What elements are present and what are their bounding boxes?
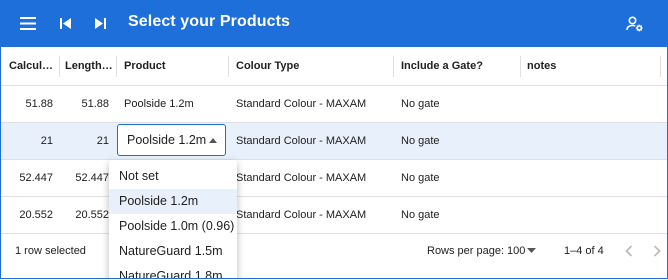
cell-product[interactable]: Poolside 1.2m	[124, 86, 224, 122]
pagination-range: 1–4 of 4	[564, 245, 604, 257]
cell-length: 20.552	[75, 209, 109, 221]
dropdown-option-natureguard-1-5m[interactable]: NatureGuard 1.5m	[109, 239, 237, 264]
cell-gate[interactable]: No gate	[401, 197, 511, 233]
cell-colour-type[interactable]: Standard Colour - MAXAM	[236, 160, 391, 196]
column-header-notes[interactable]: notes	[527, 48, 647, 85]
dropdown-option-poolside-1-2m[interactable]: Poolside 1.2m	[109, 189, 237, 214]
app-bar: Select your Products	[1, 0, 667, 47]
column-separator[interactable]	[393, 56, 394, 77]
column-header-calculated[interactable]: Calculat...	[9, 48, 59, 85]
table-footer: 1 row selected Rows per page: 100 1–4 of…	[1, 232, 667, 270]
product-select-value: Poolside 1.2m	[127, 133, 207, 147]
cell-calculated: 51.88	[25, 98, 53, 110]
table-header: Calculat... Length (... Product Colour T…	[1, 48, 667, 86]
column-header-gate[interactable]: Include a Gate?	[401, 48, 511, 85]
cell-length: 21	[96, 135, 109, 147]
selection-count: 1 row selected	[15, 245, 86, 257]
product-select[interactable]: Poolside 1.2m	[117, 124, 226, 156]
dropdown-option-natureguard-1-8m[interactable]: NatureGuard 1.8m	[109, 264, 237, 278]
column-header-product[interactable]: Product	[124, 48, 224, 85]
cell-calculated: 52.447	[19, 172, 53, 184]
cell-length: 52.447	[75, 172, 109, 184]
product-dropdown-menu: Not set Poolside 1.2m Poolside 1.0m (0.9…	[109, 160, 237, 278]
table-row[interactable]: 51.88 51.88 Poolside 1.2m Standard Colou…	[1, 86, 667, 123]
column-separator[interactable]	[520, 56, 521, 77]
cell-notes[interactable]	[527, 160, 647, 196]
rows-per-page-label: Rows per page:	[427, 245, 505, 257]
dropdown-option-not-set[interactable]: Not set	[109, 164, 237, 189]
cell-gate[interactable]: No gate	[401, 123, 511, 159]
app-title: Select your Products	[128, 13, 291, 30]
user-settings-icon[interactable]	[623, 0, 647, 47]
cell-notes[interactable]	[527, 123, 647, 159]
column-separator[interactable]	[660, 56, 661, 77]
table-row[interactable]: 20.552 20.552 Standard Colour - MAXAM No…	[1, 197, 667, 234]
chevron-left-icon[interactable]	[625, 245, 633, 257]
chevron-right-icon[interactable]	[653, 245, 661, 257]
caret-down-icon[interactable]	[527, 248, 536, 254]
skip-next-icon[interactable]	[90, 0, 110, 47]
app-frame: Select your Products Calculat... Length …	[0, 0, 668, 279]
cell-length: 51.88	[81, 98, 109, 110]
menu-icon[interactable]	[15, 0, 41, 47]
cell-calculated: 20.552	[19, 209, 53, 221]
column-separator[interactable]	[116, 56, 117, 77]
column-header-length[interactable]: Length (...	[65, 48, 115, 85]
cell-colour-type[interactable]: Standard Colour - MAXAM	[236, 197, 391, 233]
cell-notes[interactable]	[527, 86, 647, 122]
table-row[interactable]: 52.447 52.447 Standard Colour - MAXAM No…	[1, 160, 667, 197]
skip-previous-icon[interactable]	[55, 0, 75, 47]
cell-gate[interactable]: No gate	[401, 86, 511, 122]
cell-notes[interactable]	[527, 197, 647, 233]
column-separator[interactable]	[228, 56, 229, 77]
cell-colour-type[interactable]: Standard Colour - MAXAM	[236, 123, 391, 159]
dropdown-option-poolside-1-0m[interactable]: Poolside 1.0m (0.96)	[109, 214, 237, 239]
cell-gate[interactable]: No gate	[401, 160, 511, 196]
cell-colour-type[interactable]: Standard Colour - MAXAM	[236, 86, 391, 122]
caret-up-icon	[209, 138, 217, 143]
column-separator[interactable]	[59, 56, 60, 77]
column-header-colour-type[interactable]: Colour Type	[236, 48, 386, 85]
cell-calculated: 21	[40, 135, 53, 147]
rows-per-page-select[interactable]: 100	[507, 232, 525, 270]
table-row-selected[interactable]: 21 21 Standard Colour - MAXAM No gate	[1, 123, 667, 160]
